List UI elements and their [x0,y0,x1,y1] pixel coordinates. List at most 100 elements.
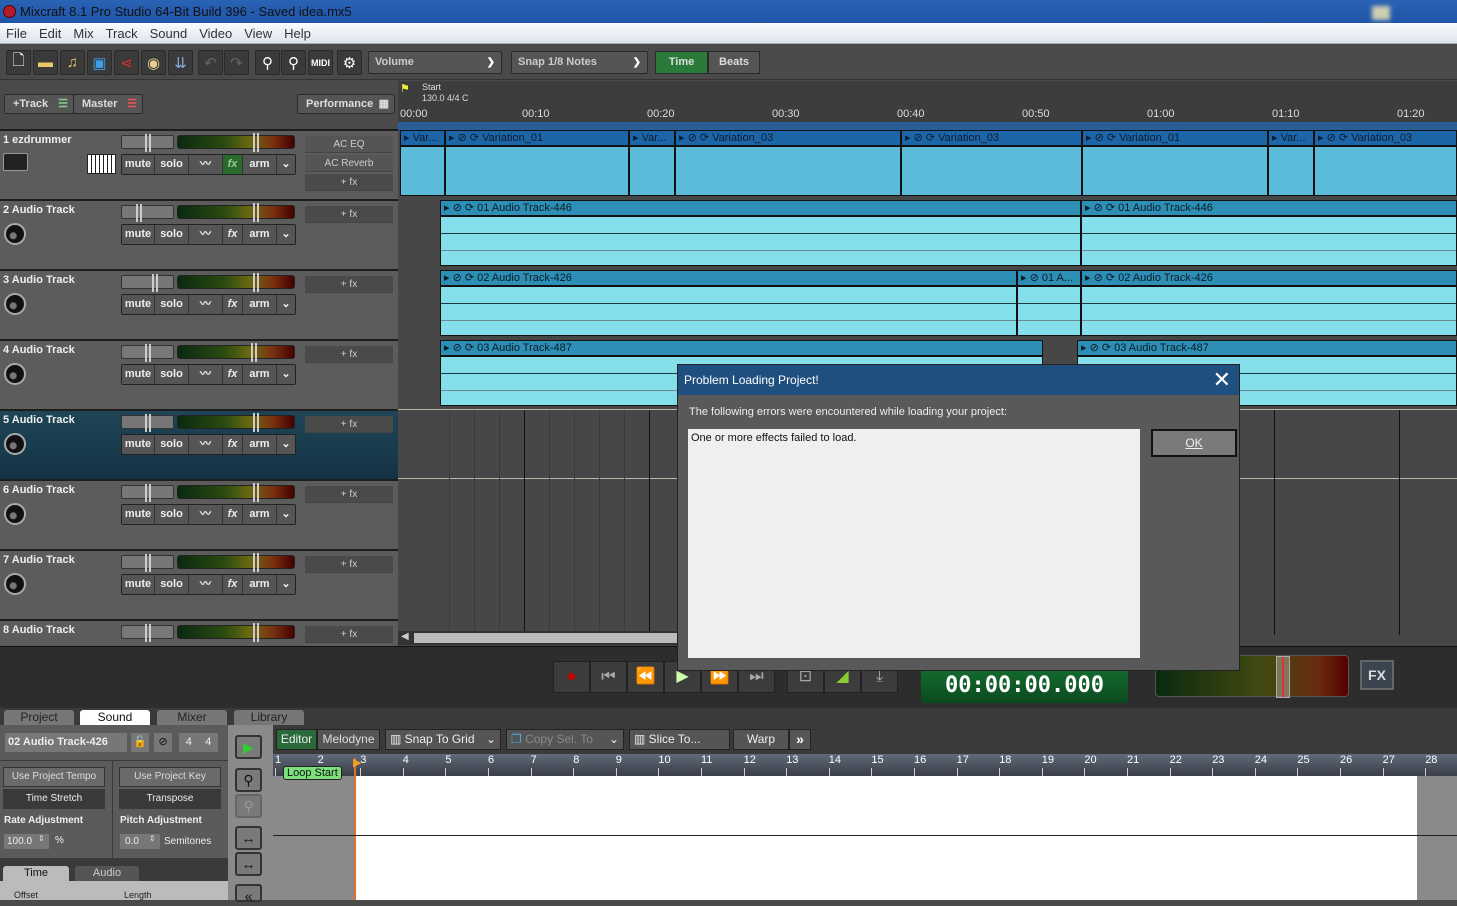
clip-header[interactable]: ▸ ⊘ 01 A... [1017,270,1081,286]
ok-button[interactable]: OK [1151,429,1237,457]
clip-name-field[interactable]: 02 Audio Track-426 [5,733,127,752]
zoom-out-icon[interactable]: ⚲ [235,794,262,818]
zoom-in-icon[interactable]: ⚲ [255,50,280,75]
solo-button[interactable]: solo [155,295,189,314]
fx-button[interactable]: fx [223,365,243,384]
clip-header[interactable]: ▸ ⊘ ⟳ 01 Audio Track-446 [1081,200,1457,216]
beats-mode-button[interactable]: Beats [708,51,760,74]
tab-project[interactable]: Project [4,710,74,725]
mute-button[interactable]: mute [122,575,155,594]
time-signature[interactable]: 44 [179,733,218,752]
midi-clip[interactable] [1082,146,1268,196]
error-details-box[interactable]: One or more effects failed to load. [688,429,1140,658]
editor-ruler[interactable]: 1 2 3 4 5 6 7 8 9 10 11 12 13 14 15 16 17 18 19 20 21 22 23 24 2… [273,754,1457,776]
solo-button[interactable]: solo [155,225,189,244]
menu-help[interactable]: Help [278,23,317,41]
volume-slider[interactable] [177,413,295,432]
playhead-marker-icon[interactable]: ▶ [353,756,361,769]
add-fx-button[interactable]: + fx [305,416,393,433]
clip-header[interactable]: ▸ ⊘ ⟳ Variation_01 [445,130,629,146]
audio-clip[interactable] [1081,286,1457,336]
loop-start-marker[interactable]: Loop Start [283,766,342,780]
automation-icon[interactable]: 〰 [189,575,223,594]
mute-button[interactable]: mute [122,295,155,314]
audio-clip[interactable] [1081,216,1457,266]
mute-button[interactable]: mute [122,225,155,244]
add-fx-button[interactable]: + fx [305,486,393,503]
tab-mixer[interactable]: Mixer [157,710,227,725]
pan-slider[interactable] [121,624,174,642]
mute-clip-icon[interactable]: ⊘ [154,733,172,752]
track-name[interactable]: 1 ezdrummer [3,134,71,146]
master-fx-button[interactable]: FX [1360,660,1394,690]
menu-sound[interactable]: Sound [144,23,194,41]
track-row[interactable]: 8 Audio Track + fx [0,619,398,646]
piano-keyboard-icon[interactable] [87,154,116,174]
pan-slider[interactable] [121,554,174,572]
audio-clip[interactable] [440,216,1081,266]
arm-button[interactable]: arm [243,155,277,174]
track-name[interactable]: 3 Audio Track [3,274,75,286]
midi-icon[interactable]: MIDI [308,50,333,75]
arm-button[interactable]: arm [243,225,277,244]
automation-icon[interactable]: 〰 [189,225,223,244]
track-name[interactable]: 4 Audio Track [3,344,75,356]
zoom-in-icon[interactable]: ⚲ [235,768,262,792]
close-icon[interactable]: ✕ [1213,368,1231,392]
arm-button[interactable]: arm [243,505,277,524]
add-fx-button[interactable]: + fx [305,174,393,191]
track-row[interactable]: 7 Audio Track mute solo 〰 fx arm ⌄ + fx [0,549,398,619]
shrink-horizontal-icon[interactable]: ↔ [235,852,262,876]
add-fx-button[interactable]: + fx [305,276,393,293]
solo-button[interactable]: solo [155,435,189,454]
mute-button[interactable]: mute [122,365,155,384]
automation-icon[interactable]: 〰 [189,295,223,314]
audio-clip[interactable] [1017,286,1081,336]
clip-header[interactable]: ▸ ⊘ ⟳ Variation_03 [675,130,901,146]
mute-button[interactable]: mute [122,505,155,524]
snap-select[interactable]: Snap 1/8 Notes ❯ [511,51,648,74]
volume-slider[interactable] [177,203,295,222]
slice-to-button[interactable]: ▥ Slice To... [629,729,730,750]
add-fx-button[interactable]: + fx [305,556,393,573]
solo-button[interactable]: solo [155,365,189,384]
fx-button[interactable]: fx [223,505,243,524]
midi-clip[interactable] [1314,146,1457,196]
automation-icon[interactable]: 〰 [189,435,223,454]
clip-header[interactable]: ▸ ⊘ ⟳ Variation_03 [1314,130,1457,146]
mute-button[interactable]: mute [122,435,155,454]
automation-select[interactable]: Volume ❯ [368,51,502,74]
arm-button[interactable]: arm [243,575,277,594]
scrollbar-thumb[interactable] [414,633,678,643]
solo-button[interactable]: solo [155,155,189,174]
burn-cd-icon[interactable]: ◉ [141,50,166,75]
midi-clip[interactable] [629,146,675,196]
track-row-selected[interactable]: 5 Audio Track mute solo 〰 fx arm ⌄ + fx [0,409,398,479]
mute-button[interactable]: mute [122,155,155,174]
midi-clip[interactable] [901,146,1082,196]
rewind-icon[interactable]: ⏪ [627,661,664,693]
track-row[interactable]: 3 Audio Track mute solo 〰 fx arm ⌄ + fx [0,269,398,339]
menu-mix[interactable]: Mix [67,23,99,41]
volume-slider[interactable] [177,553,295,572]
chevron-down-icon[interactable]: ⌄ [277,295,295,314]
clip-header[interactable]: ▸ ⊘ ⟳ 02 Audio Track-426 [440,270,1017,286]
fx-button[interactable]: fx [223,225,243,244]
fx-slot[interactable]: AC EQ [305,136,393,153]
pan-slider[interactable] [121,204,174,222]
volume-slider[interactable] [177,623,295,642]
share-icon[interactable]: ⋖ [114,50,139,75]
menu-view[interactable]: View [238,23,278,41]
track-row[interactable]: 6 Audio Track mute solo 〰 fx arm ⌄ + fx [0,479,398,549]
scroll-left-icon[interactable]: ◀ [401,631,409,642]
tab-library[interactable]: Library [234,710,304,725]
new-file-icon[interactable]: 🗋 [6,50,31,75]
go-to-start-icon[interactable]: ⏮ [590,661,627,693]
performance-button[interactable]: Performance ▦ [297,94,395,114]
track-name[interactable]: 8 Audio Track [3,624,75,636]
stepper-icon[interactable]: ⇕ [38,834,45,843]
pan-slider[interactable] [121,344,174,362]
track-row[interactable]: 2 Audio Track mute solo 〰 fx arm ⌄ + fx [0,199,398,269]
automation-icon[interactable]: 〰 [189,505,223,524]
fx-button[interactable]: fx [223,435,243,454]
